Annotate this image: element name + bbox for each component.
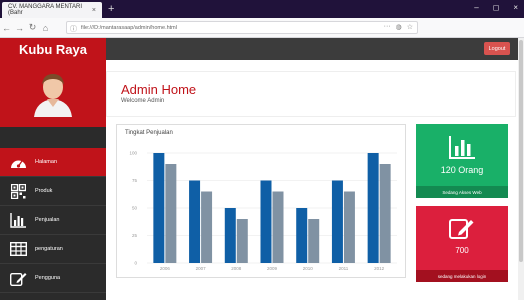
sidebar-item-label: Produk <box>35 188 53 194</box>
browser-nav-bar: ← → ↻ ⌂ ⓘ file:///D:/mantarasaap/admin/h… <box>0 18 524 49</box>
browser-tab[interactable]: CV. MANGGARA MENTARI (Bahr × <box>2 2 102 18</box>
url-text: file:///D:/mantarasaap/admin/home.html <box>81 24 177 31</box>
y-tick-label: 75 <box>132 178 138 183</box>
chart-bar <box>260 180 272 263</box>
sidebar-item-produk[interactable]: Produk <box>0 177 106 206</box>
x-tick-label: 2009 <box>267 266 278 271</box>
scrollbar-thumb[interactable] <box>519 40 523 262</box>
login-count: 700 <box>455 246 469 255</box>
page-header: Admin Home Welcome Admin <box>106 71 516 117</box>
pocket-icon[interactable]: ◍ <box>396 23 402 31</box>
bar-chart-icon <box>9 212 28 228</box>
sidebar-item-pengguna[interactable]: Pengguna <box>0 264 106 293</box>
chart-bar <box>343 191 355 263</box>
new-tab-button[interactable]: + <box>108 3 114 15</box>
chart-bar <box>308 219 320 263</box>
chart-bar <box>189 180 201 263</box>
window-controls: – ◻ × <box>474 3 518 12</box>
visitors-card: 120 Orang Sedang Akses Web <box>416 124 508 198</box>
logout-button[interactable]: Logout <box>484 42 510 55</box>
minimize-icon[interactable]: – <box>474 3 478 12</box>
x-tick-label: 2008 <box>231 266 242 271</box>
welcome-text: Welcome Admin <box>121 98 165 104</box>
avatar-area <box>0 60 106 127</box>
visitors-label: Sedang Akses Web <box>416 186 508 198</box>
chart-bar <box>367 153 379 263</box>
sidebar-item-label: Pengguna <box>35 275 61 281</box>
y-tick-label: 50 <box>132 206 138 211</box>
info-icon: ⓘ <box>70 26 77 33</box>
sidebar-item-label: Halaman <box>35 159 58 165</box>
page-scrollbar[interactable] <box>518 38 524 300</box>
forward-icon[interactable]: → <box>13 23 26 33</box>
chart-bar <box>165 164 177 263</box>
edit-icon <box>9 271 28 286</box>
x-tick-label: 2007 <box>196 266 207 271</box>
edit-icon <box>416 216 508 240</box>
sidebar-item-halaman[interactable]: Halaman <box>0 148 106 177</box>
chart-bar <box>153 153 165 263</box>
page-title: Admin Home <box>121 82 197 97</box>
chart-bar <box>379 164 391 263</box>
table-icon <box>9 242 28 257</box>
sidebar-item-label: Penjualan <box>35 217 60 223</box>
reload-icon[interactable]: ↻ <box>26 22 39 33</box>
chart-bar <box>296 208 308 263</box>
login-card: 700 sedang melakukan login <box>416 206 508 282</box>
y-tick-label: 0 <box>134 261 137 266</box>
visitors-count: 120 Orang <box>440 165 484 175</box>
sales-chart-panel: Tingkat Penjualan 0 25 50 75 100 2006 2007 2008… <box>116 124 406 278</box>
sidebar-item-label: pengaturan <box>35 246 63 252</box>
browser-tab-strip: CV. MANGGARA MENTARI (Bahr × + – ◻ × <box>0 0 524 18</box>
y-tick-label: 25 <box>132 233 138 238</box>
chart-bar <box>224 208 236 263</box>
login-label: sedang melakukan login <box>416 270 508 282</box>
bar-chart-icon <box>416 136 508 160</box>
x-tick-label: 2010 <box>303 266 314 271</box>
qrcode-icon <box>9 183 28 199</box>
sidebar: Kubu Raya Halaman Produk Penjualan penga… <box>0 38 106 300</box>
chart-bar <box>331 180 343 263</box>
url-bar[interactable]: ⓘ file:///D:/mantarasaap/admin/home.html… <box>66 21 418 34</box>
home-icon[interactable]: ⌂ <box>39 23 52 33</box>
brand-title: Kubu Raya <box>0 38 106 60</box>
close-icon[interactable]: × <box>92 7 96 14</box>
more-icon[interactable]: ··· <box>384 23 391 31</box>
chart-bar <box>236 219 248 263</box>
sales-chart: 0 25 50 75 100 2006 2007 2008 2009 2010 2011 2012 <box>129 151 397 271</box>
x-tick-label: 2006 <box>160 266 171 271</box>
bookmark-star-icon[interactable]: ☆ <box>407 23 413 31</box>
url-tools: ··· ◍ ☆ <box>384 23 413 31</box>
avatar <box>34 73 72 117</box>
chart-bar <box>201 191 213 263</box>
x-tick-label: 2011 <box>339 266 349 271</box>
top-navbar: Logout <box>106 38 518 60</box>
y-tick-label: 100 <box>129 151 137 156</box>
x-tick-label: 2012 <box>374 266 385 271</box>
maximize-icon[interactable]: ◻ <box>493 3 500 12</box>
sidebar-item-pengaturan[interactable]: pengaturan <box>0 235 106 264</box>
close-window-icon[interactable]: × <box>513 3 518 12</box>
tab-title: CV. MANGGARA MENTARI (Bahr <box>8 4 83 16</box>
chart-bar <box>272 191 284 263</box>
back-icon[interactable]: ← <box>0 23 13 33</box>
dashboard-icon <box>9 155 28 170</box>
sidebar-item-penjualan[interactable]: Penjualan <box>0 206 106 235</box>
